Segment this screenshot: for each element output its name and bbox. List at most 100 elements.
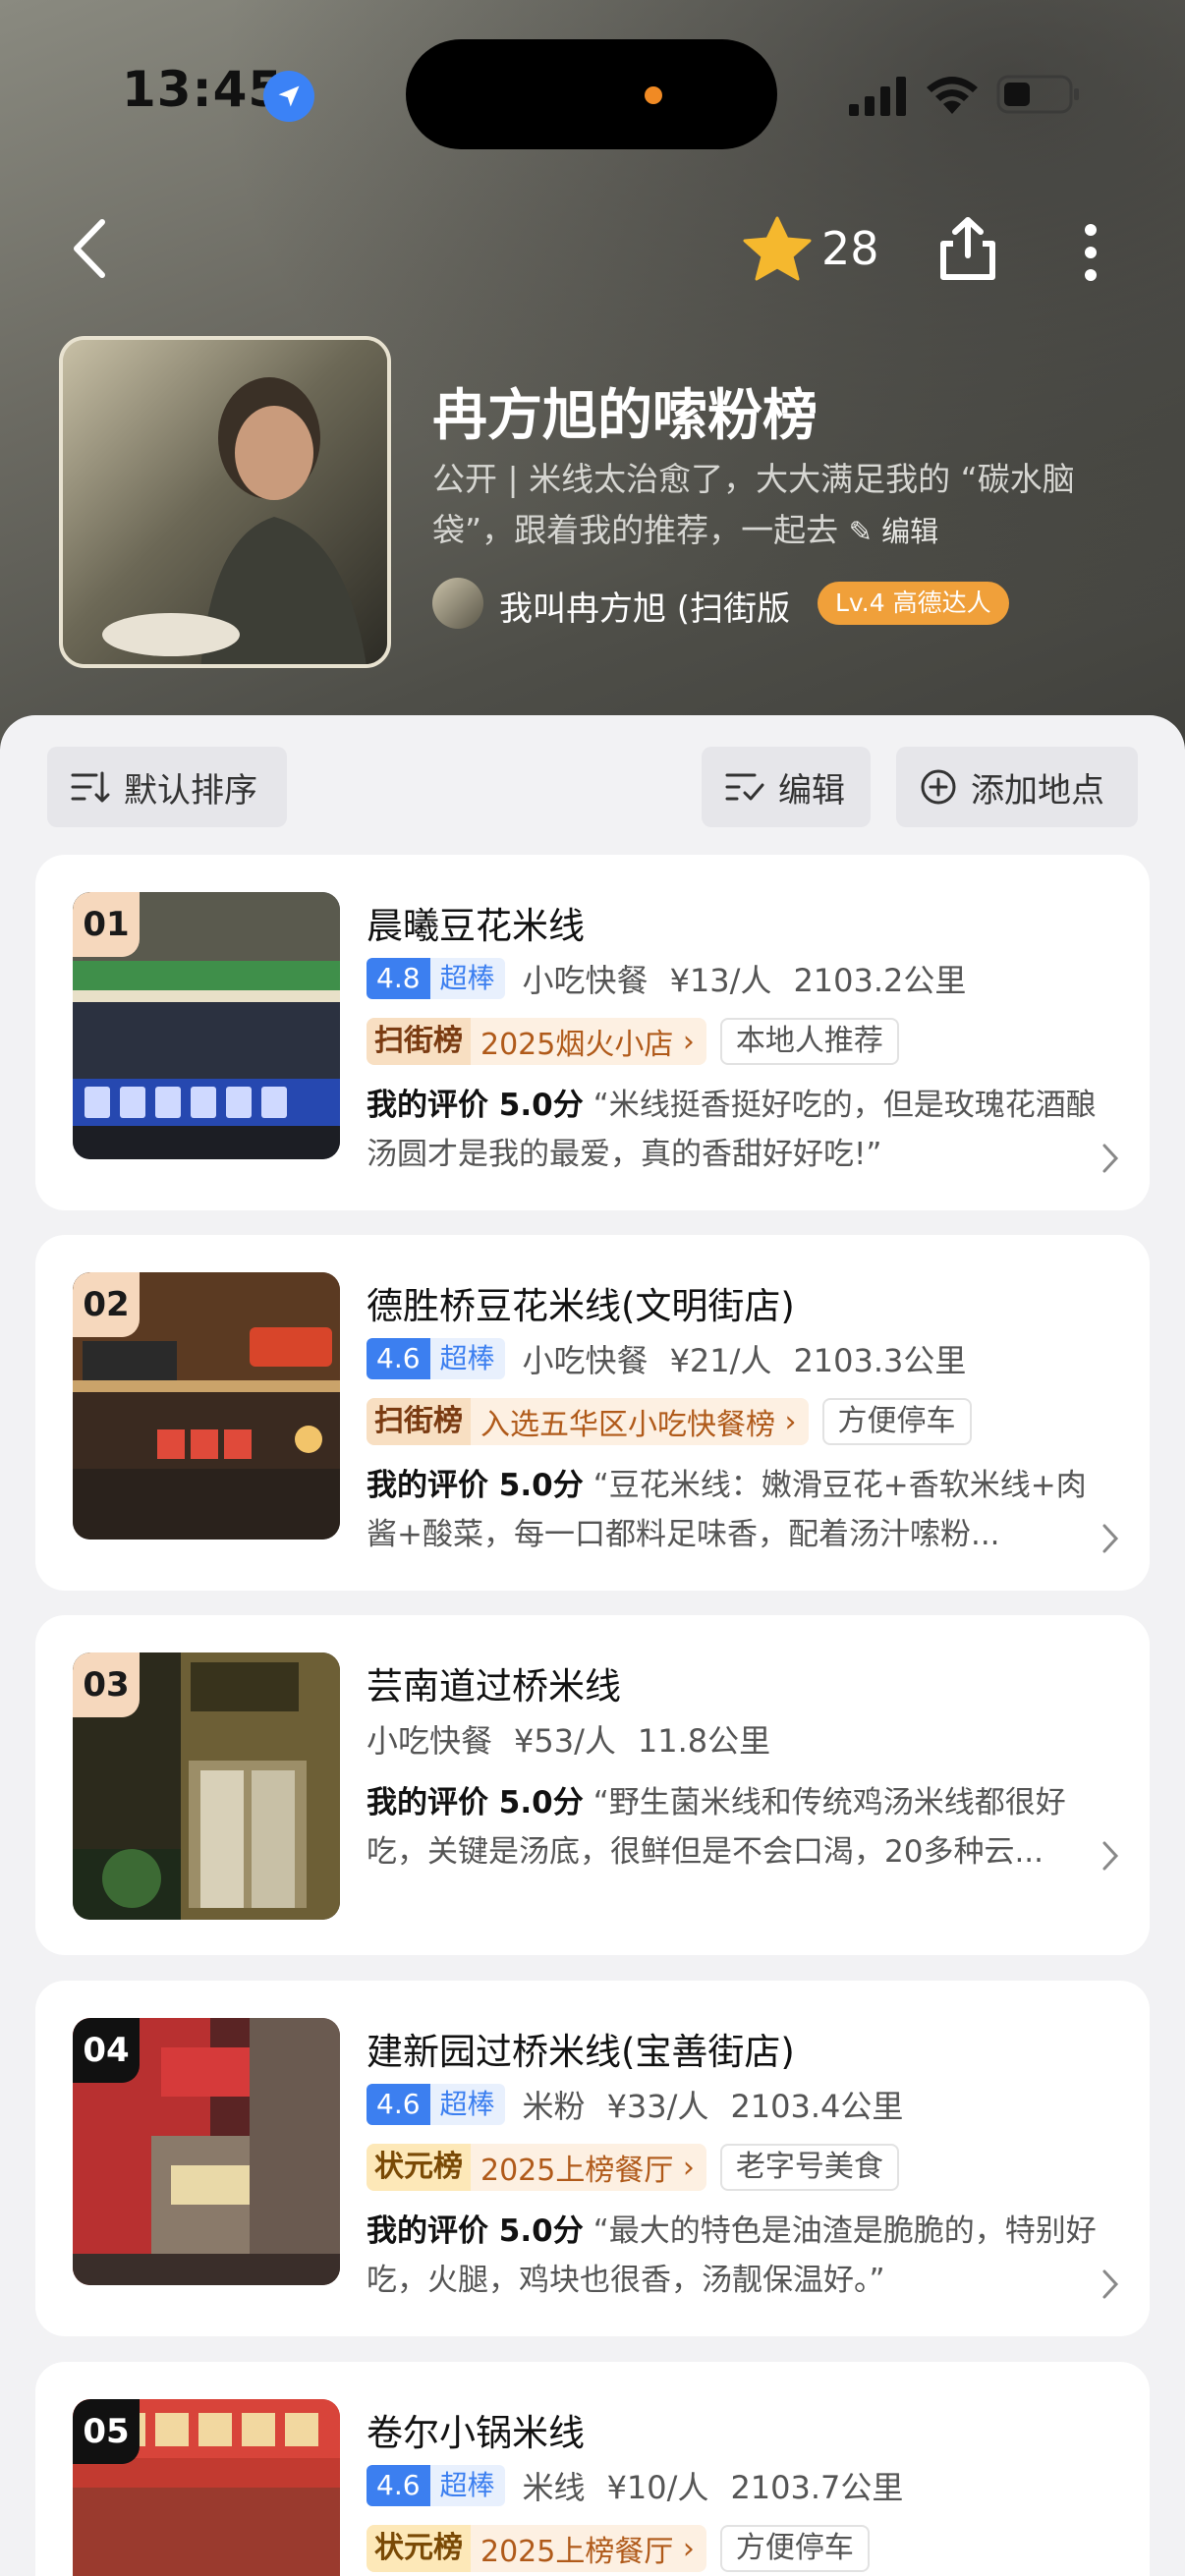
ranking-text: 2025烟火小店: [480, 1028, 674, 1062]
tag-row: 状元榜 2025上榜餐厅 › 老字号美食: [367, 2144, 899, 2191]
place-distance: 2103.4公里: [730, 2088, 904, 2125]
author-level-badge: Lv.4 高德达人: [818, 582, 1009, 625]
place-meta: 4.6 超棒 米线 ¥10/人 2103.7公里: [367, 2464, 925, 2507]
ranking-logo: 扫街榜: [367, 1018, 471, 1065]
edit-description-button[interactable]: ✎ 编辑: [849, 515, 939, 548]
ranking-logo: 状元榜: [367, 2144, 471, 2191]
place-card[interactable]: 03 芸南道过桥米线 小吃快餐 ¥53/人 11.8公里 我的评价 5.0分 “野…: [35, 1615, 1150, 1955]
dynamic-island: [406, 39, 777, 149]
place-name[interactable]: 建新园过桥米线(宝善街店): [367, 2022, 795, 2075]
chevron-right-icon: [1102, 1841, 1119, 1871]
place-photo[interactable]: 03: [73, 1652, 340, 1920]
place-category: 米线: [522, 2469, 586, 2506]
place-meta: 4.6 超棒 小吃快餐 ¥21/人 2103.3公里: [367, 1337, 988, 1380]
tag-row: 扫街榜 2025烟火小店 › 本地人推荐: [367, 1018, 899, 1065]
rating-score: 4.6: [367, 1338, 430, 1379]
place-category: 小吃快餐: [522, 1342, 649, 1379]
place-distance: 2103.2公里: [793, 962, 967, 999]
feature-tag: 老字号美食: [719, 2144, 899, 2191]
wifi-icon: [927, 77, 978, 114]
chevron-right-icon: [1102, 1524, 1119, 1553]
description-text: 米线太治愈了，大大满足我的 “碳水脑袋”，跟着我的推荐，一起去: [432, 460, 1075, 549]
ranking-text: 2025上榜餐厅: [480, 2154, 674, 2188]
ranking-tag[interactable]: 状元榜 2025上榜餐厅 ›: [367, 2525, 706, 2572]
list-cover-image[interactable]: [59, 336, 391, 668]
more-options-icon[interactable]: [1071, 218, 1110, 287]
chevron-right-icon: ›: [673, 2531, 695, 2566]
place-card[interactable]: 02 德胜桥豆花米线(文明街店) 4.6 超棒 小吃快餐 ¥21/人 2103.…: [35, 1235, 1150, 1591]
place-name[interactable]: 晨曦豆花米线: [367, 896, 585, 949]
edit-description-label: 编辑: [881, 515, 939, 548]
add-place-button[interactable]: 添加地点: [896, 747, 1138, 827]
ranking-tag[interactable]: 扫街榜 2025烟火小店 ›: [367, 1018, 706, 1065]
author-avatar[interactable]: [432, 578, 483, 629]
place-category: 米粉: [522, 2088, 586, 2125]
chevron-right-icon: ›: [673, 2150, 695, 2185]
chevron-right-icon: ›: [775, 1404, 797, 1439]
ranking-logo: 扫街榜: [367, 1398, 471, 1445]
my-review[interactable]: 我的评价 5.0分 “米线挺香挺好吃的，但是玫瑰花酒酿汤圆才是我的最爱，真的香甜好…: [367, 1081, 1113, 1179]
chevron-right-icon: [1102, 1144, 1119, 1173]
favorite-star-icon[interactable]: [743, 216, 812, 281]
ranking-logo: 状元榜: [367, 2525, 471, 2572]
place-name[interactable]: 芸南道过桥米线: [367, 1656, 621, 1709]
status-time: 13:45: [122, 61, 284, 118]
favorite-count: 28: [821, 222, 879, 275]
tag-row: 扫街榜 入选五华区小吃快餐榜 › 方便停车: [367, 1398, 972, 1445]
rating-score: 4.6: [367, 2465, 430, 2506]
place-card[interactable]: 01 晨曦豆花米线 4.8 超棒 小吃快餐 ¥13/人 2103.2公里 扫街榜…: [35, 855, 1150, 1210]
place-price: ¥13/人: [669, 962, 772, 999]
my-review[interactable]: 我的评价 5.0分 “豆花米线：嫩滑豆花+香软米线+肉酱+酸菜，每一口都料足味香，…: [367, 1461, 1113, 1559]
my-review[interactable]: 我的评价 5.0分 “野生菌米线和传统鸡汤米线都很好吃，关键是汤底，很鲜但是不会口…: [367, 1778, 1113, 1876]
back-button[interactable]: [63, 214, 122, 283]
rank-badge: 01: [73, 892, 140, 957]
edit-list-label: 编辑: [778, 770, 845, 811]
edit-list-icon: [725, 773, 764, 801]
my-rating-label: 我的评价 5.0分: [367, 1785, 584, 1820]
place-distance: 2103.3公里: [793, 1342, 967, 1379]
place-photo[interactable]: 02: [73, 1272, 340, 1540]
edit-list-button[interactable]: 编辑: [702, 747, 871, 827]
tag-row: 状元榜 2025上榜餐厅 › 方便停车: [367, 2525, 870, 2572]
place-name[interactable]: 德胜桥豆花米线(文明街店): [367, 1276, 795, 1329]
rank-badge: 04: [73, 2018, 140, 2083]
cellular-signal-icon: [849, 77, 906, 116]
place-distance: 2103.7公里: [730, 2469, 904, 2506]
ranking-tag[interactable]: 扫街榜 入选五华区小吃快餐榜 ›: [367, 1398, 809, 1445]
rank-badge: 02: [73, 1272, 140, 1337]
my-rating-label: 我的评价 5.0分: [367, 2213, 584, 2249]
chevron-right-icon: [1102, 2269, 1119, 2299]
chevron-right-icon: ›: [673, 1024, 695, 1059]
place-photo[interactable]: 01: [73, 892, 340, 1159]
place-price: ¥53/人: [514, 1722, 616, 1760]
author-name[interactable]: 我叫冉方旭 (扫街版: [499, 582, 790, 630]
sort-label: 默认排序: [124, 770, 257, 811]
place-photo[interactable]: 04: [73, 2018, 340, 2285]
share-icon[interactable]: [933, 214, 1002, 283]
place-category: 小吃快餐: [522, 962, 649, 999]
rank-badge: 03: [73, 1652, 140, 1717]
list-title: 冉方旭的嗦粉榜: [432, 384, 818, 448]
privacy-indicator: [645, 86, 662, 104]
rank-badge: 05: [73, 2399, 140, 2464]
ranking-tag[interactable]: 状元榜 2025上榜餐厅 ›: [367, 2144, 706, 2191]
ranking-text: 入选五华区小吃快餐榜: [480, 1408, 775, 1442]
place-price: ¥21/人: [669, 1342, 772, 1379]
feature-tag: 本地人推荐: [719, 1018, 899, 1065]
add-circle-icon: [921, 769, 956, 805]
place-meta: 4.8 超棒 小吃快餐 ¥13/人 2103.2公里: [367, 957, 988, 1000]
place-name[interactable]: 卷尔小锅米线: [367, 2403, 585, 2456]
rating-word: 超棒: [429, 1338, 505, 1379]
add-place-label: 添加地点: [971, 770, 1104, 811]
battery-icon: [996, 75, 1079, 114]
my-review[interactable]: 我的评价 5.0分 “最大的特色是油渣是脆脆的，特别好吃，火腿，鸡块也很香，汤靓保…: [367, 2207, 1113, 2305]
visibility-label: 公开: [432, 460, 497, 498]
my-rating-label: 我的评价 5.0分: [367, 1468, 584, 1503]
sort-button[interactable]: 默认排序: [47, 747, 287, 827]
place-card[interactable]: 05 卷尔小锅米线 4.6 超棒 米线 ¥10/人 2103.7公里 状元榜 2…: [35, 2362, 1150, 2576]
place-card[interactable]: 04 建新园过桥米线(宝善街店) 4.6 超棒 米粉 ¥33/人 2103.4公…: [35, 1981, 1150, 2336]
location-arrow-icon: [263, 71, 314, 122]
place-price: ¥33/人: [606, 2088, 709, 2125]
sort-icon: [71, 771, 110, 803]
place-photo[interactable]: 05: [73, 2399, 340, 2576]
